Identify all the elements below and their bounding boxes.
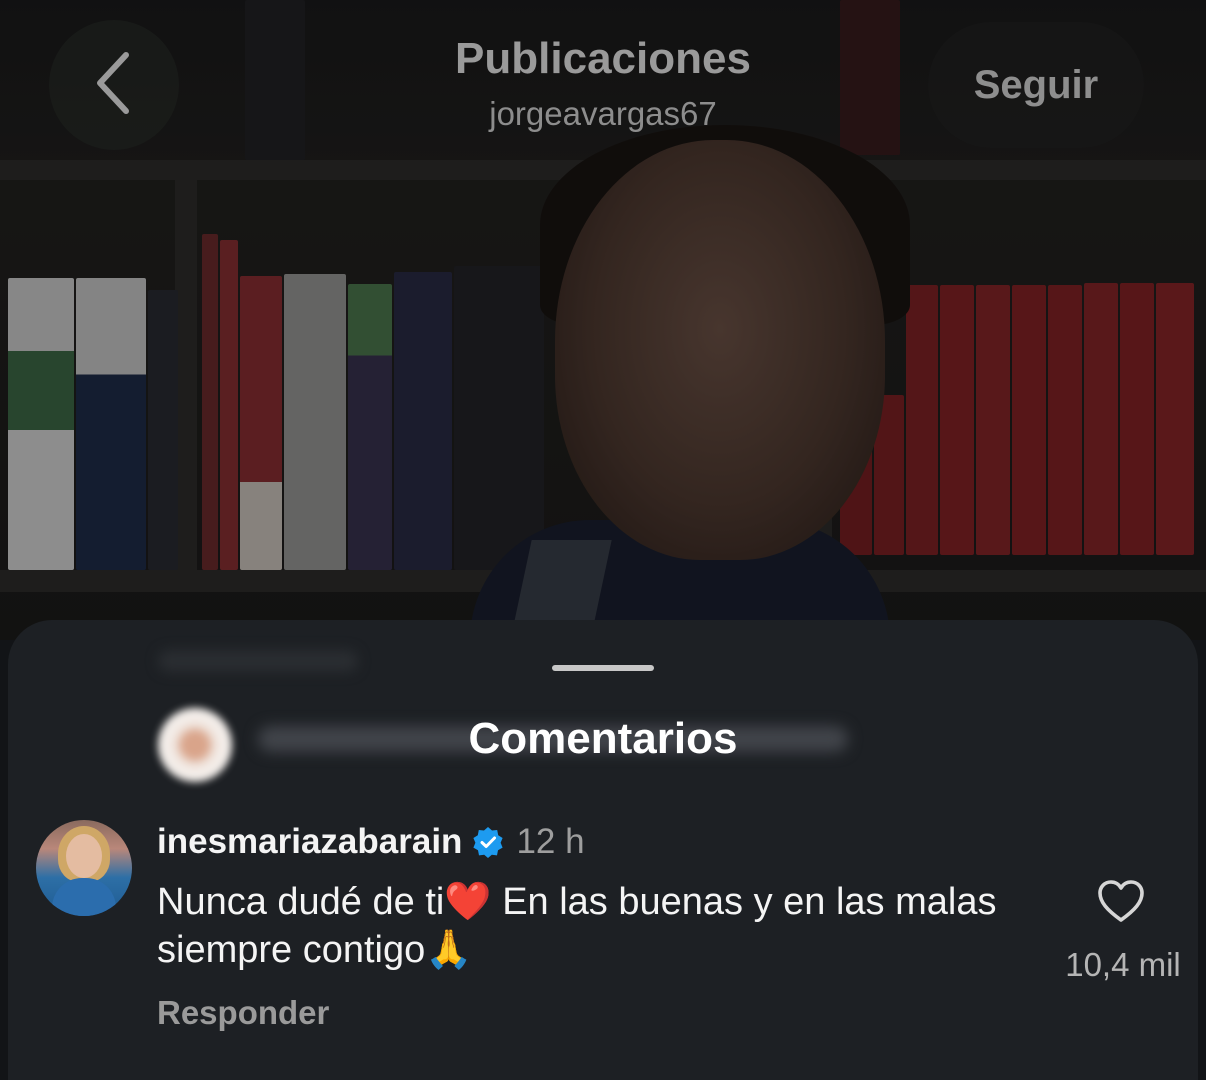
heart-outline-icon [1097,879,1145,928]
comment-body: Nunca dudé de ti❤️ En las buenas y en la… [157,881,997,971]
comment-header: inesmariazabarain 12 h [157,822,585,862]
blurred-content [158,650,358,672]
sheet-grab-handle[interactable] [552,665,654,671]
sheet-title: Comentarios [468,714,738,763]
avatar-face [66,834,102,878]
comment-username[interactable]: inesmariazabarain [157,822,462,862]
comment-avatar[interactable] [36,820,132,916]
avatar-jacket [52,878,116,916]
comment-timestamp: 12 h [516,822,585,861]
like-button[interactable] [1096,878,1146,928]
like-count: 10,4 mil [1065,946,1181,983]
comments-sheet: Comentarios inesmariazabarain 12 h Nunca… [8,620,1198,1080]
comment-text: Nunca dudé de ti❤️ En las buenas y en la… [157,878,1027,974]
reply-button[interactable]: Responder [157,994,329,1032]
verified-badge-icon [472,826,504,858]
follow-button[interactable]: Seguir [928,22,1144,148]
